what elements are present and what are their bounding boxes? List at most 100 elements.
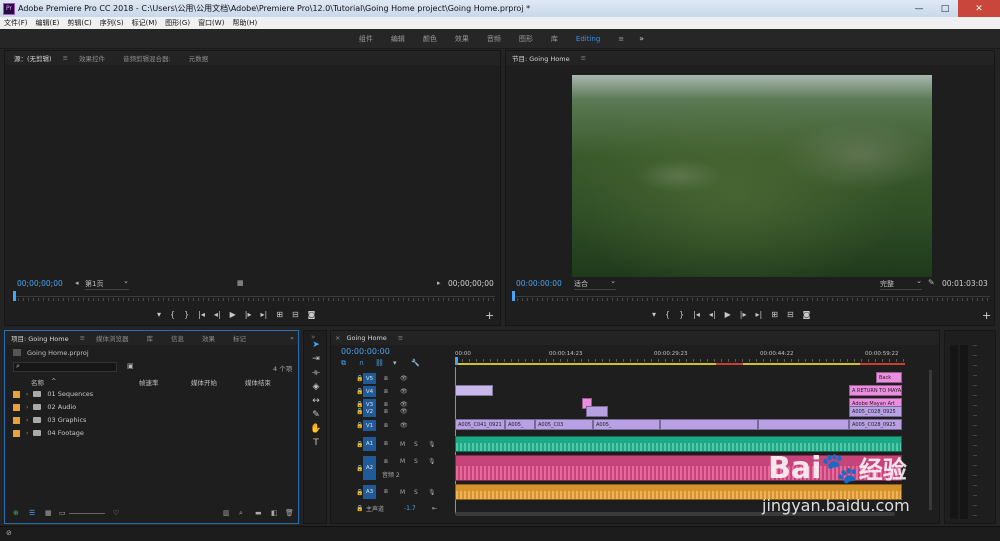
tab-program[interactable]: 节目: Going Home bbox=[506, 53, 579, 63]
tab-metadata[interactable]: 元数据 bbox=[180, 53, 218, 63]
track-header-v1[interactable]: 🔒 V1 ⧈ 👁 bbox=[330, 419, 454, 432]
track-label[interactable]: A3 bbox=[363, 485, 376, 499]
chevron-right-icon[interactable]: › bbox=[26, 404, 28, 411]
menu-marker[interactable]: 标记(M) bbox=[128, 18, 162, 28]
tab-markers[interactable]: 标记 bbox=[224, 333, 255, 343]
project-tab-menu-icon[interactable]: ≡ bbox=[78, 334, 87, 342]
mute-button[interactable]: M bbox=[400, 458, 405, 465]
clip-v1-e[interactable] bbox=[660, 419, 758, 430]
timeline-close-icon[interactable]: × bbox=[331, 334, 342, 342]
chevron-right-icon[interactable]: › bbox=[26, 430, 28, 437]
sync-lock-icon[interactable]: ⧈ bbox=[384, 388, 388, 396]
razor-tool-icon[interactable]: ◈ bbox=[309, 381, 323, 393]
voiceover-icon[interactable]: 🎙 bbox=[428, 441, 436, 448]
list-item[interactable]: › 04 Footage bbox=[13, 428, 293, 438]
selection-tool-icon[interactable]: ➤ bbox=[309, 339, 323, 351]
solo-button[interactable]: S bbox=[414, 489, 418, 496]
menu-clip[interactable]: 剪辑(C) bbox=[63, 18, 95, 28]
hand-tool-icon[interactable]: ✋ bbox=[309, 423, 323, 435]
program-timecode-in[interactable]: 00:00:00:00 bbox=[516, 279, 562, 288]
source-nav-right-icon[interactable]: ▸ bbox=[437, 279, 441, 287]
program-go-to-in-icon[interactable]: |◂ bbox=[693, 310, 700, 319]
sync-lock-icon[interactable]: ⧈ bbox=[384, 422, 388, 430]
track-select-tool-icon[interactable]: ⇥ bbox=[309, 353, 323, 365]
sync-lock-icon[interactable]: ⧈ bbox=[384, 375, 388, 383]
program-mark-out-icon[interactable]: } bbox=[679, 310, 684, 319]
column-frame-rate[interactable]: 帧速率 bbox=[139, 377, 159, 387]
label-color-swatch[interactable] bbox=[13, 416, 20, 424]
solo-button[interactable]: S bbox=[414, 458, 418, 465]
sync-lock-icon[interactable]: ⧈ bbox=[384, 458, 388, 466]
insert-icon[interactable]: ⊞ bbox=[276, 310, 283, 319]
label-color-swatch[interactable] bbox=[13, 390, 20, 398]
clip-v1-g[interactable]: A005_C028_0925 bbox=[849, 419, 902, 430]
track-label[interactable]: A1 bbox=[363, 437, 376, 451]
chevron-right-icon[interactable]: › bbox=[26, 391, 28, 398]
slip-tool-icon[interactable]: ↔ bbox=[309, 395, 323, 407]
timeline-timecode[interactable]: 00:00:00:00 bbox=[341, 347, 390, 356]
pen-tool-icon[interactable]: ✎ bbox=[309, 409, 323, 421]
track-label[interactable]: V5 bbox=[363, 373, 376, 384]
new-item-icon[interactable]: ◧ bbox=[271, 509, 278, 517]
go-to-out-icon[interactable]: ▸| bbox=[261, 310, 268, 319]
lock-icon[interactable]: 🔒 bbox=[356, 505, 363, 512]
go-to-end-icon[interactable]: ⇤ bbox=[432, 505, 437, 512]
menu-window[interactable]: 窗口(W) bbox=[194, 18, 228, 28]
workspace-more-icon[interactable]: » bbox=[633, 34, 650, 43]
column-name[interactable]: 名称 bbox=[31, 377, 44, 387]
program-add-marker-icon[interactable]: ▾ bbox=[652, 310, 656, 319]
workspace-libraries[interactable]: 库 bbox=[542, 34, 567, 44]
clip-v1-d[interactable]: A005_ bbox=[593, 419, 660, 430]
column-media-start[interactable]: 媒体开始 bbox=[191, 377, 217, 387]
snap-icon[interactable]: ∩ bbox=[359, 359, 364, 367]
list-item[interactable]: › 01 Sequences bbox=[13, 389, 293, 399]
tab-media-browser[interactable]: 媒体浏览器 bbox=[87, 333, 138, 343]
clip-v2-a[interactable] bbox=[586, 406, 608, 417]
track-label[interactable]: A2 bbox=[363, 456, 376, 480]
eye-icon[interactable]: 👁 bbox=[400, 408, 408, 415]
track-header-a3[interactable]: 🔒 A3 ⧈ M S 🎙 bbox=[330, 484, 454, 500]
tab-libraries[interactable]: 库 bbox=[138, 333, 163, 343]
label-color-swatch[interactable] bbox=[13, 429, 20, 437]
source-settings-icon[interactable]: ▦ bbox=[237, 279, 244, 287]
chevron-right-icon[interactable]: › bbox=[26, 417, 28, 424]
play-icon[interactable]: ▶ bbox=[230, 310, 236, 319]
voiceover-icon[interactable]: 🎙 bbox=[428, 489, 436, 496]
freeform-view-icon[interactable]: ▭ bbox=[59, 509, 66, 517]
clip-v4-title[interactable]: A RETURN TO MAYA bbox=[849, 385, 902, 396]
tab-effects[interactable]: 效果 bbox=[193, 333, 224, 343]
list-item[interactable]: › 03 Graphics bbox=[13, 415, 293, 425]
automate-icon[interactable]: ▥ bbox=[223, 509, 230, 517]
program-quality-dropdown[interactable]: 完整 bbox=[880, 277, 922, 290]
list-item[interactable]: › 02 Audio bbox=[13, 402, 293, 412]
program-scrubber[interactable] bbox=[512, 291, 990, 303]
workspace-editing[interactable]: Editing bbox=[567, 35, 609, 43]
track-header-a1[interactable]: 🔒 A1 ⧈ M S 🎙 bbox=[330, 436, 454, 452]
master-volume[interactable]: -1.7 bbox=[404, 505, 416, 512]
tab-source[interactable]: 源：(无剪辑) bbox=[5, 53, 61, 63]
step-back-icon[interactable]: ◂| bbox=[214, 310, 221, 319]
workspace-effects[interactable]: 效果 bbox=[446, 34, 478, 44]
overwrite-icon[interactable]: ⊟ bbox=[292, 310, 299, 319]
workspace-color[interactable]: 颜色 bbox=[414, 34, 446, 44]
eye-icon[interactable]: 👁 bbox=[400, 388, 408, 395]
list-view-icon[interactable]: ☰ bbox=[29, 509, 35, 517]
workspace-editing-cn[interactable]: 编辑 bbox=[382, 34, 414, 44]
add-marker-icon[interactable]: ▾ bbox=[157, 310, 161, 319]
playhead[interactable] bbox=[455, 357, 458, 365]
write-protect-icon[interactable]: ⊕ bbox=[13, 509, 19, 517]
trash-icon[interactable]: 🗑 bbox=[285, 509, 294, 517]
close-button[interactable]: ✕ bbox=[958, 0, 1000, 17]
tab-info[interactable]: 信息 bbox=[162, 333, 193, 343]
step-forward-icon[interactable]: |▸ bbox=[245, 310, 252, 319]
type-tool-icon[interactable]: T bbox=[309, 437, 323, 449]
source-button-editor-icon[interactable]: + bbox=[485, 309, 494, 322]
sync-lock-icon[interactable]: ⧈ bbox=[384, 408, 388, 416]
clip-v1-b[interactable]: A005_ bbox=[505, 419, 535, 430]
zoom-slider[interactable] bbox=[69, 513, 105, 514]
column-media-end[interactable]: 媒体结束 bbox=[245, 377, 271, 387]
track-label[interactable]: V2 bbox=[363, 406, 376, 417]
sync-lock-icon[interactable]: ⧈ bbox=[384, 488, 388, 496]
time-ruler[interactable]: 00:00 00:00:14:23 00:00:29:23 00:00:44:2… bbox=[455, 351, 905, 367]
timeline-settings-icon[interactable]: 🔧 bbox=[411, 359, 420, 367]
